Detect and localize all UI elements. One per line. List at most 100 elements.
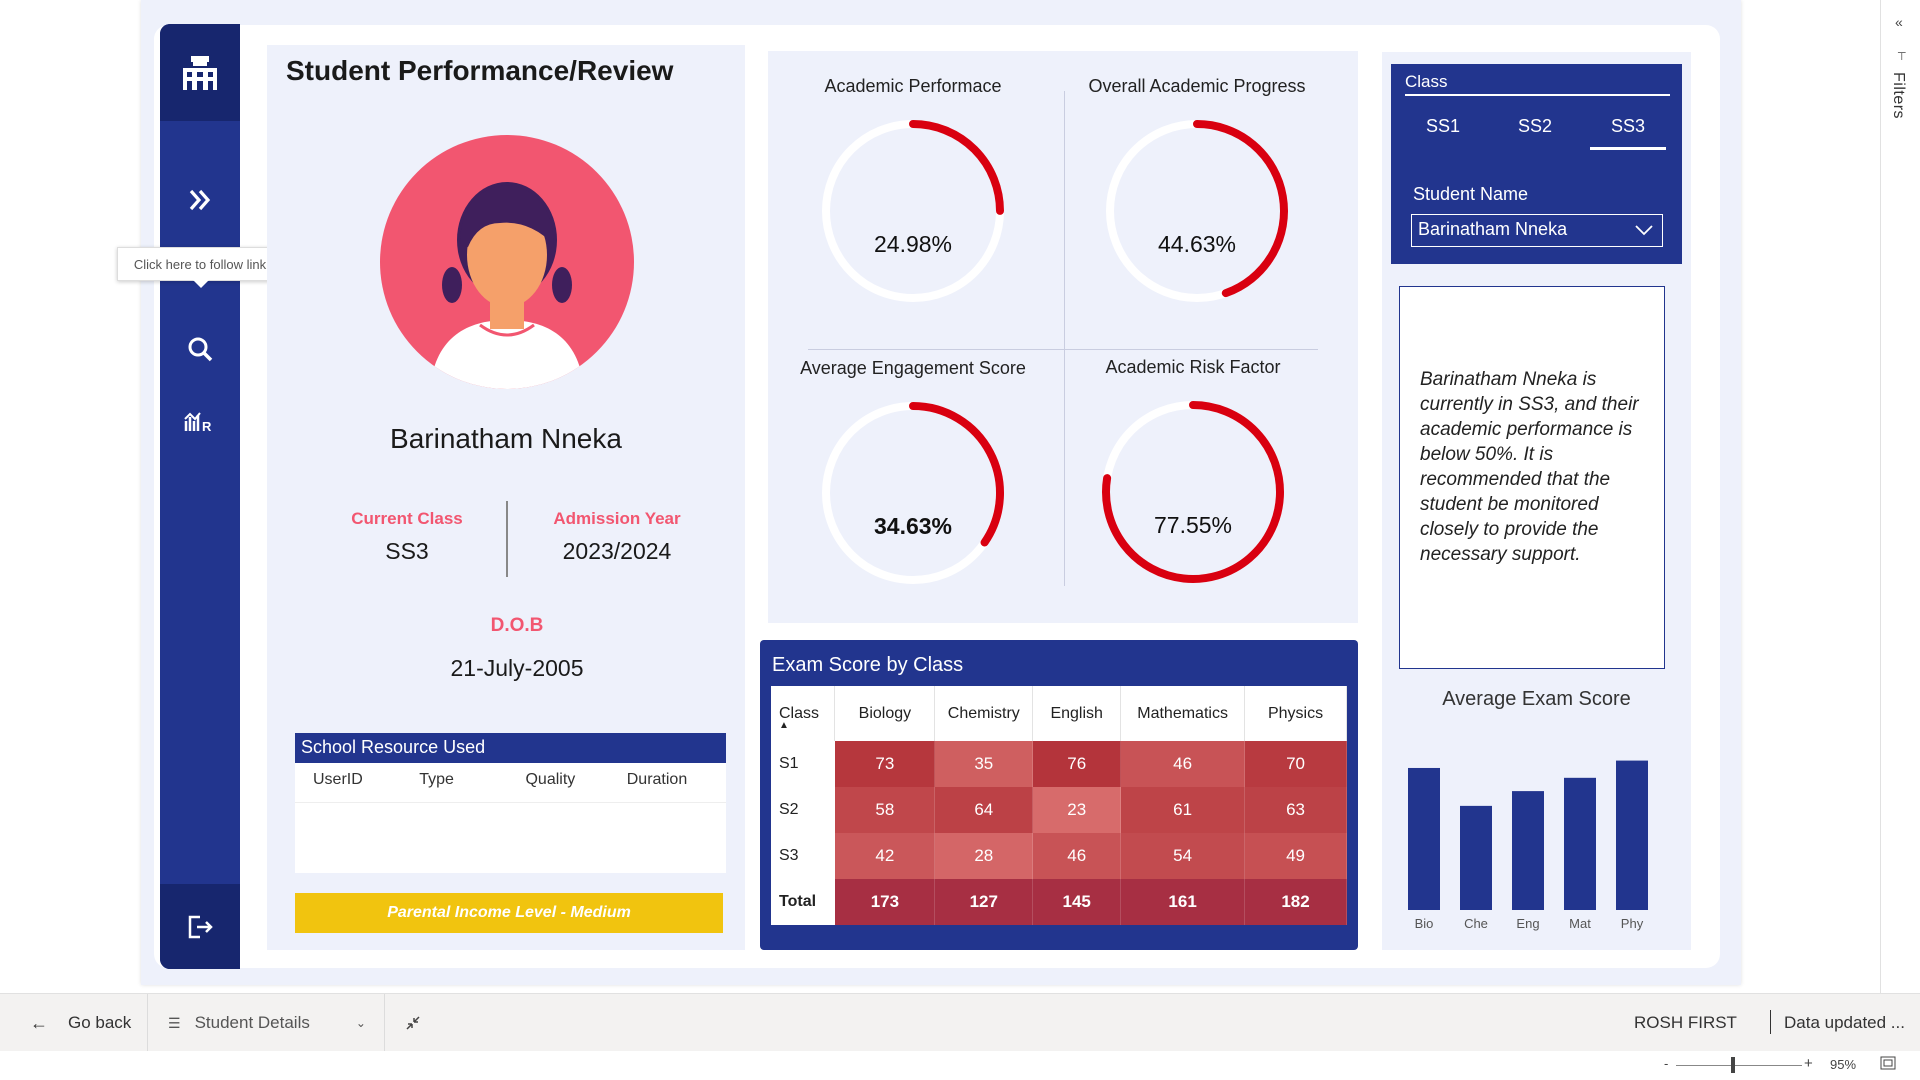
exam-row-label[interactable]: S2 — [771, 787, 836, 833]
resource-col-userid[interactable]: UserID — [313, 771, 419, 802]
student-dropdown-value: Barinatham Nneka — [1418, 219, 1568, 239]
student-avatar — [380, 135, 634, 389]
resource-col-quality[interactable]: Quality — [525, 771, 626, 802]
exam-score-cell[interactable]: 49 — [1244, 833, 1347, 879]
filter-icon[interactable]: ⊤ — [1897, 50, 1907, 63]
bar-separator — [1770, 1010, 1771, 1034]
gauge-academic-performance[interactable]: Academic Performace 24.98% — [768, 76, 1058, 356]
gauge-ring — [1106, 120, 1288, 302]
exam-score-cell[interactable]: 54 — [1120, 833, 1246, 879]
exam-row: S2 58 64 23 61 63 — [771, 787, 1347, 833]
analytics-icon[interactable]: R — [160, 397, 240, 447]
exam-score-cell[interactable]: 23 — [1032, 787, 1122, 833]
exam-row-label[interactable]: Total — [771, 879, 836, 925]
school-building-icon — [160, 24, 240, 121]
avg-score-bar[interactable] — [1616, 760, 1648, 910]
exam-score-cell[interactable]: 61 — [1120, 787, 1246, 833]
go-back-button[interactable]: ← Go back — [30, 994, 131, 1052]
subject-header-mathematics[interactable]: Mathematics — [1120, 686, 1246, 741]
avg-score-bar[interactable] — [1512, 791, 1544, 910]
gauge-overall-progress[interactable]: Overall Academic Progress 44.63% — [1052, 76, 1342, 356]
gauge-engagement-score[interactable]: Average Engagement Score 34.63% — [768, 358, 1058, 638]
resource-col-type[interactable]: Type — [419, 771, 525, 802]
zoom-out-button[interactable]: - — [1664, 1056, 1668, 1071]
exam-score-cell[interactable]: 58 — [834, 787, 936, 833]
left-navigation: R — [160, 24, 240, 969]
resource-col-duration[interactable]: Duration — [627, 771, 726, 802]
zoom-slider-track[interactable] — [1676, 1065, 1802, 1066]
class-option-ss3[interactable]: SS3 — [1590, 108, 1666, 150]
exam-table-title: Exam Score by Class — [772, 654, 964, 676]
arrow-left-icon: ← — [30, 1012, 48, 1033]
bottom-navigation-bar: ← Go back ☰ Student Details ⌄ ROSH FIRST… — [0, 993, 1920, 1052]
exam-score-cell[interactable]: 182 — [1244, 879, 1347, 925]
admission-year-label: Admission Year — [553, 509, 681, 528]
avg-exam-score-chart: Bio Che Eng Mat Phy — [1408, 760, 1648, 931]
subject-header-english[interactable]: English — [1032, 686, 1122, 741]
gauge-value-arc — [909, 120, 1004, 215]
double-chevron-right-icon[interactable] — [160, 175, 240, 225]
exam-score-cell[interactable]: 73 — [834, 741, 936, 787]
class-option-ss1[interactable]: SS1 — [1405, 108, 1481, 150]
exam-row-label[interactable]: S3 — [771, 833, 836, 879]
gauge-ring — [822, 402, 1004, 584]
page-list-icon: ☰ — [168, 1014, 181, 1031]
subject-header-physics[interactable]: Physics — [1244, 686, 1347, 741]
gauge-ring — [1102, 401, 1284, 583]
avg-score-tick-label: Phy — [1621, 916, 1644, 931]
exam-header-row: Class ▲ Biology Chemistry English Mathema… — [771, 686, 1347, 741]
exam-score-cell[interactable]: 46 — [1120, 741, 1246, 787]
exam-row-label[interactable]: S1 — [771, 741, 836, 787]
exam-score-cell[interactable]: 145 — [1032, 879, 1122, 925]
avg-score-tick-label: Mat — [1569, 916, 1591, 931]
exam-score-cell[interactable]: 161 — [1120, 879, 1246, 925]
filters-pane: « ⊤ Filters — [1880, 0, 1920, 993]
exam-score-cell[interactable]: 64 — [934, 787, 1034, 833]
student-name-dropdown[interactable]: Barinatham Nneka — [1411, 214, 1663, 247]
avg-score-bar[interactable] — [1564, 777, 1596, 910]
exam-score-cell[interactable]: 173 — [834, 879, 936, 925]
class-slicer: Class SS1 SS2 SS3 Student Name Barinatha… — [1391, 64, 1682, 264]
student-profile-panel: Student Performance/Review Barinatham Nn… — [267, 45, 745, 950]
exam-score-cell[interactable]: 35 — [934, 741, 1034, 787]
current-class-value: SS3 — [385, 538, 429, 564]
exam-score-cell[interactable]: 76 — [1032, 741, 1122, 787]
zoom-in-button[interactable]: + — [1804, 1055, 1813, 1072]
exam-score-cell[interactable]: 63 — [1244, 787, 1347, 833]
filters-label[interactable]: Filters — [1889, 72, 1907, 119]
exam-score-cell[interactable]: 42 — [834, 833, 936, 879]
exam-score-cell[interactable]: 46 — [1032, 833, 1122, 879]
class-option-ss2[interactable]: SS2 — [1497, 108, 1573, 150]
exam-table-body: S1 73 35 76 46 70 S2 58 64 23 61 63 S3 42 28 46 54 49 Tota… — [771, 741, 1347, 925]
collapse-pane-icon[interactable]: « — [1895, 14, 1903, 30]
page-selector[interactable]: ☰ Student Details ⌄ — [168, 994, 366, 1052]
subject-header-biology[interactable]: Biology — [834, 686, 936, 741]
focus-mode-icon[interactable] — [404, 994, 422, 1052]
search-icon[interactable] — [160, 324, 240, 374]
exam-score-panel: Exam Score by Class Class ▲ Biology Chemi… — [760, 640, 1358, 950]
exam-row: S3 42 28 46 54 49 — [771, 833, 1347, 879]
fit-to-page-icon[interactable] — [1880, 1056, 1896, 1073]
exam-score-cell[interactable]: 28 — [934, 833, 1034, 879]
class-column-header[interactable]: Class ▲ — [771, 686, 836, 741]
slicer-divider — [1405, 94, 1670, 96]
gauges-panel: Academic Performace 24.98% Overall Acade… — [768, 51, 1358, 623]
exit-icon[interactable] — [160, 884, 240, 969]
dob-label: D.O.B — [490, 615, 544, 636]
info-divider — [506, 501, 508, 577]
go-back-label: Go back — [68, 1013, 132, 1032]
sort-ascending-icon[interactable]: ▲ — [779, 720, 789, 731]
exam-score-cell[interactable]: 127 — [934, 879, 1034, 925]
data-updated-status[interactable]: Data updated ... — [1784, 994, 1905, 1052]
page-selector-label: Student Details — [194, 1013, 310, 1032]
subject-header-chemistry[interactable]: Chemistry — [934, 686, 1034, 741]
avg-score-bar[interactable] — [1408, 767, 1440, 910]
gauge-value: 77.55% — [1153, 512, 1232, 538]
exam-score-matrix: Class ▲ Biology Chemistry English Mathema… — [771, 686, 1347, 925]
exam-score-cell[interactable]: 70 — [1244, 741, 1347, 787]
gauge-risk-factor[interactable]: Academic Risk Factor 77.55% — [1048, 357, 1338, 637]
class-slicer-title: Class — [1405, 72, 1448, 91]
avg-score-bar[interactable] — [1460, 805, 1492, 910]
zoom-slider-handle[interactable] — [1731, 1057, 1735, 1073]
bar-separator — [384, 994, 385, 1052]
